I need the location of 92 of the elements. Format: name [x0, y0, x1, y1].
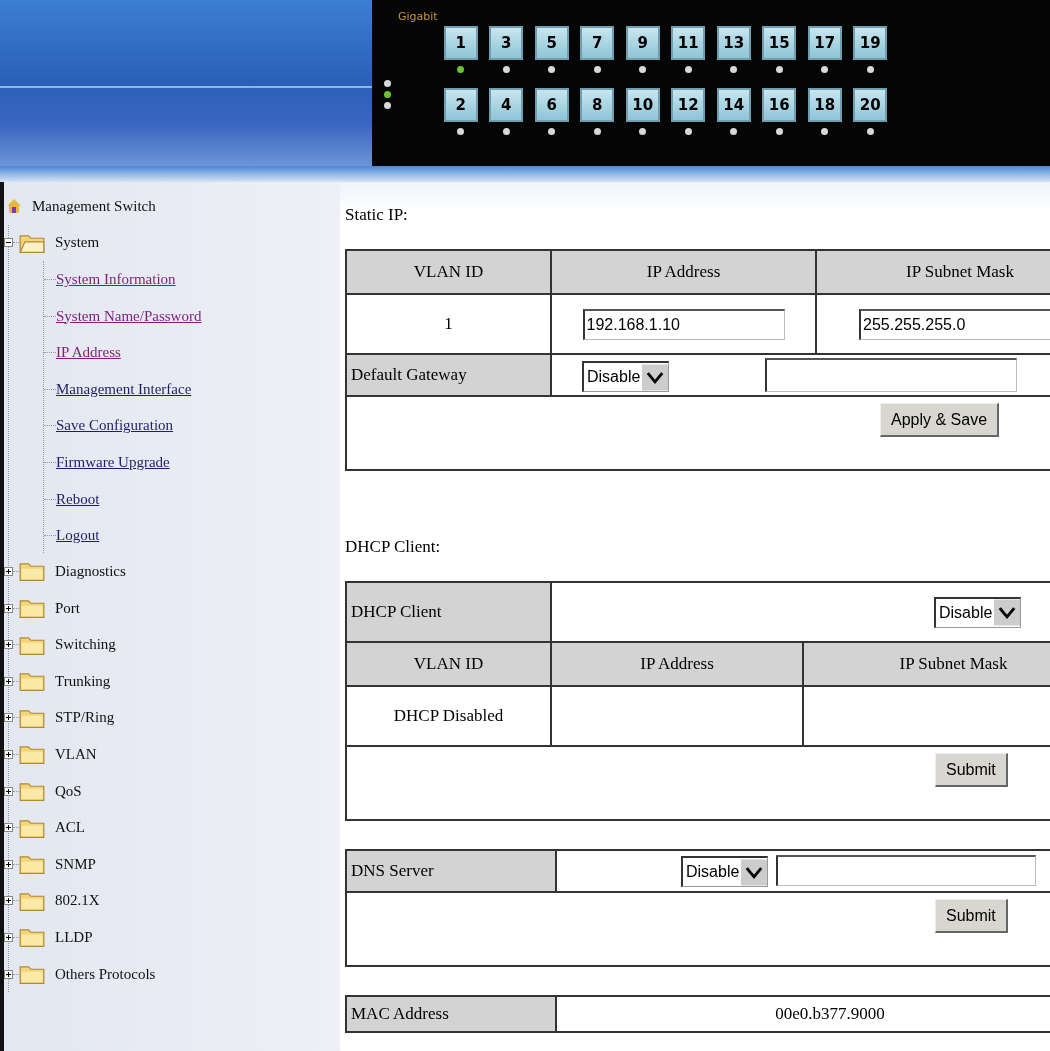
row-label: MAC Address — [346, 996, 556, 1032]
folder-icon — [19, 560, 45, 583]
port-button[interactable]: 1 — [443, 26, 478, 60]
caret-icon — [741, 858, 768, 886]
ip-address-field[interactable]: 192.168.1.10 — [582, 308, 785, 340]
tree-link[interactable]: Firmware Upgrade — [56, 453, 170, 471]
port-button[interactable]: 14 — [716, 88, 751, 122]
plus-icon[interactable] — [4, 749, 13, 759]
dns-select[interactable]: Disable — [681, 856, 769, 888]
column-header: VLAN ID — [346, 250, 551, 294]
folder-icon — [19, 853, 45, 876]
section-title: Static IP: — [345, 205, 409, 225]
tree-link[interactable]: Logout — [56, 527, 100, 545]
port-button[interactable]: 6 — [534, 88, 569, 122]
tree-folder[interactable]: Trunking — [55, 672, 111, 690]
plus-icon[interactable] — [4, 859, 13, 869]
tree-root[interactable]: Management Switch — [32, 197, 156, 215]
port-button[interactable]: 19 — [853, 26, 888, 60]
folder-icon — [19, 963, 45, 985]
house-icon — [6, 198, 22, 215]
tree-link[interactable]: System Information — [56, 271, 176, 288]
port-button[interactable]: 20 — [853, 88, 888, 122]
port-button[interactable]: 9 — [625, 26, 660, 60]
column-header: IP Subnet Mask — [816, 250, 1050, 294]
minus-icon[interactable] — [4, 238, 13, 248]
dns-field[interactable] — [776, 854, 1037, 886]
column-header: VLAN ID — [346, 642, 551, 686]
gateway-select[interactable]: Disable — [582, 361, 670, 393]
subnet-mask-field[interactable]: 255.255.255.0 — [859, 308, 1050, 340]
port-button[interactable]: 2 — [443, 88, 478, 122]
submit-button[interactable]: Submit — [935, 753, 1008, 787]
plus-icon[interactable] — [4, 932, 13, 942]
plus-icon[interactable] — [4, 676, 13, 686]
plus-icon[interactable] — [4, 786, 13, 796]
tree-folder[interactable]: 802.1X — [55, 892, 100, 910]
folder-icon — [19, 597, 45, 620]
port-button[interactable]: 3 — [489, 26, 524, 60]
port-button[interactable]: 17 — [807, 26, 842, 60]
port-button[interactable]: 8 — [580, 88, 615, 122]
port-button[interactable]: 13 — [716, 26, 751, 60]
tree-folder[interactable]: STP/Ring — [55, 709, 115, 727]
port-button[interactable]: 16 — [762, 88, 797, 122]
tree-folder[interactable]: Others Protocols — [55, 965, 156, 983]
tree-link[interactable]: Management Interface — [56, 380, 192, 398]
port-button[interactable]: 15 — [762, 26, 797, 60]
table-cell: DHCP Disabled — [346, 686, 551, 746]
plus-icon[interactable] — [4, 823, 13, 833]
port-button[interactable]: 4 — [489, 88, 524, 122]
dhcp-select[interactable]: Disable — [934, 596, 1022, 628]
folder-icon — [19, 926, 45, 949]
column-header: IP Address — [551, 250, 816, 294]
port-button[interactable]: 10 — [625, 88, 660, 122]
tree-link[interactable]: System Name/Password — [56, 307, 202, 325]
port-button[interactable]: 12 — [671, 88, 706, 122]
plus-icon[interactable] — [4, 969, 13, 979]
port-button[interactable]: 7 — [580, 26, 615, 60]
section-title: DHCP Client: — [345, 537, 442, 557]
tree-folder[interactable]: Diagnostics — [55, 563, 126, 580]
row-label: DNS Server — [346, 850, 556, 892]
tree-folder[interactable]: SNMP — [55, 855, 96, 873]
caret-icon — [994, 599, 1021, 626]
plus-icon[interactable] — [4, 567, 13, 576]
gigabit-label: Gigabit — [398, 10, 436, 23]
port-button[interactable]: 11 — [671, 26, 706, 60]
folder-icon — [19, 743, 45, 766]
plus-icon[interactable] — [4, 713, 13, 723]
tree-folder[interactable]: Switching — [55, 636, 116, 654]
column-header: IP Subnet Mask — [803, 642, 1050, 686]
plus-icon[interactable] — [4, 640, 13, 650]
table-cell: 00e0.b377.9000 — [556, 996, 1050, 1032]
tree-link[interactable]: IP Address — [56, 344, 121, 362]
plus-icon[interactable] — [4, 603, 13, 613]
column-header: IP Address — [551, 642, 803, 686]
tree-folder[interactable]: Port — [55, 599, 80, 617]
tree-link[interactable]: Save Configuration — [56, 417, 174, 435]
submit-button[interactable]: Submit — [935, 899, 1008, 933]
tree-folder[interactable]: ACL — [55, 819, 85, 837]
plus-icon[interactable] — [4, 896, 13, 906]
folder-icon — [19, 780, 45, 803]
gateway-field[interactable] — [765, 357, 1018, 392]
tree-folder[interactable]: System — [55, 234, 100, 252]
port-button[interactable]: 18 — [807, 88, 842, 122]
row-label: Default Gateway — [346, 354, 551, 396]
caret-icon — [642, 363, 669, 391]
tree-folder[interactable]: LLDP — [55, 928, 93, 946]
tree-link[interactable]: Reboot — [56, 490, 100, 508]
tree-folder[interactable]: VLAN — [55, 745, 97, 763]
port-button[interactable]: 5 — [534, 26, 569, 60]
tree-folder[interactable]: QoS — [55, 782, 82, 800]
row-label: DHCP Client — [346, 582, 551, 642]
folder-icon — [19, 670, 45, 693]
apply-save-button[interactable]: Apply & Save — [880, 403, 1000, 437]
